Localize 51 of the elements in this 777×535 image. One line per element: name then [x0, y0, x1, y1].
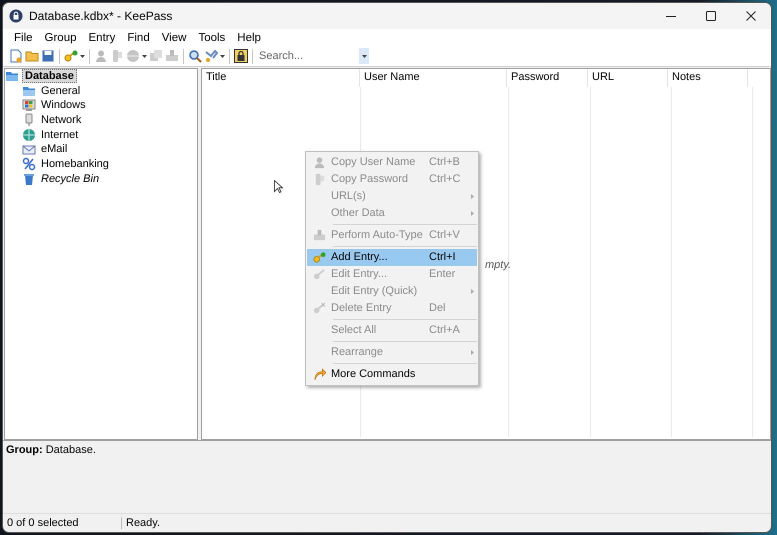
dropdown-caret-icon[interactable] — [142, 54, 147, 58]
monitor-icon — [22, 98, 36, 112]
menu-item[interactable]: View — [156, 32, 192, 44]
menu-item[interactable]: Group — [38, 32, 82, 44]
group-info-text: Group: Database. — [6, 444, 96, 456]
column-header[interactable]: Title — [202, 68, 360, 87]
padlock-icon[interactable] — [234, 49, 248, 64]
window-title: Database.kdbx* - KeePass — [29, 9, 174, 23]
tree-item[interactable]: eMail — [39, 143, 70, 156]
key-icon — [312, 268, 326, 281]
tree-item[interactable]: Internet — [39, 128, 80, 141]
column-header[interactable]: URL — [588, 68, 668, 87]
key-icon — [312, 302, 326, 315]
save-icon[interactable] — [41, 49, 55, 64]
menu-item[interactable]: Help — [231, 32, 267, 44]
search-dropdown-button[interactable] — [359, 48, 369, 64]
new-file-icon[interactable] — [9, 49, 23, 64]
column-header[interactable]: User Name — [360, 68, 507, 87]
empty-message: mpty. — [485, 258, 512, 271]
tree-item[interactable]: Windows — [39, 99, 88, 112]
key-icon — [312, 250, 326, 264]
column-header[interactable]: Password — [507, 68, 588, 87]
tree-item[interactable]: Recycle Bin — [39, 172, 102, 185]
lock-icon — [9, 9, 23, 23]
menu-item[interactable]: Find — [121, 32, 156, 44]
status-text: Ready. — [125, 517, 162, 530]
dropdown-caret-icon[interactable] — [80, 54, 85, 58]
user-icon — [312, 156, 326, 169]
folder-icon[interactable] — [25, 49, 39, 64]
tree-item[interactable]: General — [39, 84, 82, 97]
mouse-cursor-icon — [274, 180, 283, 193]
dropdown-caret-icon[interactable] — [220, 54, 225, 58]
menu-item[interactable]: File — [8, 32, 39, 44]
curved-arrow-icon — [312, 368, 326, 381]
tree-item[interactable]: Homebanking — [39, 158, 111, 170]
caret-icon — [362, 54, 366, 58]
menu-item[interactable]: Add Entry... Ctrl+I — [307, 248, 477, 266]
search-icon[interactable] — [188, 49, 202, 64]
tree-item[interactable]: Network — [39, 114, 84, 126]
folder-icon — [5, 69, 19, 84]
menu-item[interactable]: Entry — [82, 32, 122, 44]
maximize-icon — [704, 9, 718, 23]
bin-icon — [22, 172, 36, 186]
tree-item[interactable]: Database — [22, 69, 77, 84]
globe-icon — [22, 128, 36, 142]
close-icon — [744, 9, 758, 23]
percent-icon — [22, 157, 36, 172]
status-text: 0 of 0 selected — [3, 517, 122, 530]
column-header[interactable]: Notes — [668, 68, 748, 87]
menu-item[interactable]: Tools — [192, 32, 232, 44]
menu-item[interactable]: More Commands — [307, 366, 477, 383]
